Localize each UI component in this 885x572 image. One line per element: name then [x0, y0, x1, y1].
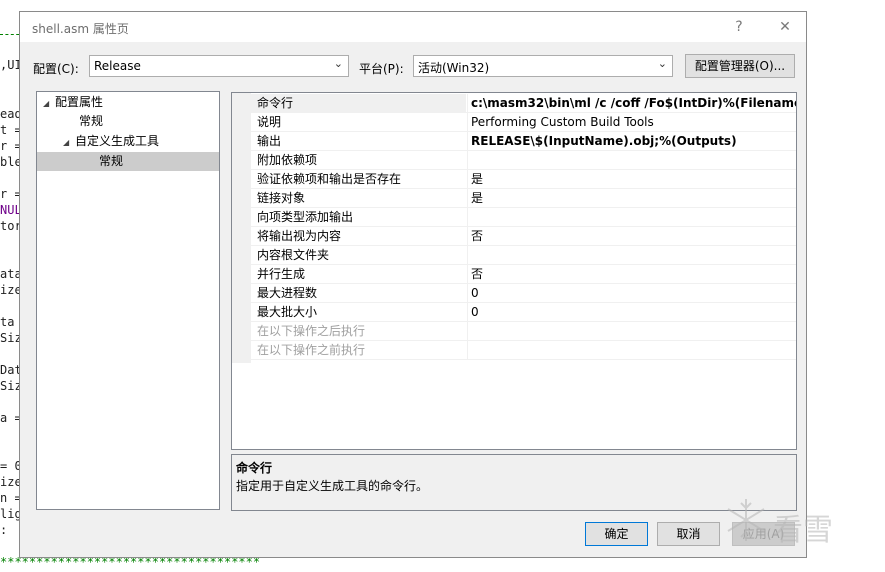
property-value[interactable]: 是: [467, 189, 796, 207]
property-row[interactable]: 附加依赖项: [251, 151, 796, 170]
property-pages-dialog: shell.asm 属性页 ? ✕ 配置(C): Release ⌄ 平台(P)…: [19, 11, 807, 558]
property-row[interactable]: 最大进程数 0: [251, 284, 796, 303]
close-icon[interactable]: ✕: [774, 16, 796, 38]
snowflake-icon: [727, 499, 765, 541]
platform-value: 活动(Win32): [418, 61, 490, 75]
property-name: 命令行: [251, 94, 466, 112]
property-value[interactable]: 0: [467, 303, 796, 321]
help-icon[interactable]: ?: [728, 16, 750, 38]
watermark-text: 看雪: [773, 513, 833, 548]
property-row[interactable]: 命令行 c:\masm32\bin\ml /c /coff /Fo$(IntDi…: [251, 94, 796, 113]
property-name: 链接对象: [257, 191, 306, 205]
property-name: 附加依赖项: [257, 153, 318, 167]
ok-button[interactable]: 确定: [585, 522, 648, 546]
property-name: 在以下操作之前执行: [257, 343, 366, 357]
tree-item-config-properties[interactable]: ◢ 配置属性: [43, 93, 103, 112]
property-name: 最大进程数: [257, 286, 318, 300]
property-value[interactable]: [467, 322, 796, 340]
property-row[interactable]: 并行生成 否: [251, 265, 796, 284]
property-name: 在以下操作之后执行: [257, 324, 366, 338]
property-value[interactable]: [467, 341, 796, 359]
title-bar: shell.asm 属性页 ? ✕: [20, 12, 806, 42]
property-value[interactable]: 否: [467, 227, 796, 245]
description-panel: 命令行 指定用于自定义生成工具的命令行。: [231, 454, 797, 511]
config-value: Release: [94, 59, 141, 73]
property-row[interactable]: 验证依赖项和输出是否存在 是: [251, 170, 796, 189]
property-row[interactable]: 最大批大小 0: [251, 303, 796, 322]
property-value[interactable]: [467, 246, 796, 264]
tree-item-label: 自定义生成工具: [75, 134, 160, 148]
property-name: 输出: [257, 134, 282, 148]
property-row[interactable]: 向项类型添加输出: [251, 208, 796, 227]
property-value[interactable]: Performing Custom Build Tools: [467, 113, 796, 131]
tree-item-label: 配置属性: [55, 95, 104, 109]
property-row[interactable]: 链接对象 是: [251, 189, 796, 208]
tree-item-label: 常规: [79, 114, 104, 128]
property-value[interactable]: [467, 151, 796, 169]
property-row[interactable]: 输出 RELEASE\$(InputName).obj;%(Outputs): [251, 132, 796, 151]
property-name: 验证依赖项和输出是否存在: [257, 172, 402, 186]
chevron-down-icon: ⌄: [333, 57, 343, 70]
property-name: 向项类型添加输出: [257, 210, 354, 224]
dialog-title: shell.asm 属性页: [32, 22, 129, 36]
platform-dropdown[interactable]: 活动(Win32) ⌄: [413, 55, 673, 77]
grid-gutter: [232, 93, 251, 363]
code-line: :: [0, 523, 8, 537]
config-label: 配置(C):: [33, 62, 79, 76]
property-value[interactable]: 是: [467, 170, 796, 188]
watermark-logo: 看雪: [723, 495, 863, 555]
property-value[interactable]: c:\masm32\bin\ml /c /coff /Fo$(IntDir)%(…: [467, 94, 796, 112]
property-name: 将输出视为内容: [257, 229, 342, 243]
property-row[interactable]: 在以下操作之前执行: [251, 341, 796, 360]
property-value[interactable]: 否: [467, 265, 796, 283]
expanded-triangle-icon[interactable]: ◢: [43, 94, 55, 113]
property-value[interactable]: RELEASE\$(InputName).obj;%(Outputs): [467, 132, 796, 150]
tree-item-custom-build-general[interactable]: 常规: [37, 152, 219, 171]
property-grid: 命令行 c:\masm32\bin\ml /c /coff /Fo$(IntDi…: [231, 92, 797, 450]
platform-label: 平台(P):: [359, 62, 404, 76]
description-title: 命令行: [236, 461, 273, 475]
property-tree: ◢ 配置属性 常规 ◢ 自定义生成工具 常规: [36, 91, 220, 510]
config-dropdown[interactable]: Release ⌄: [89, 55, 349, 77]
config-manager-button[interactable]: 配置管理器(O)...: [685, 54, 795, 78]
expanded-triangle-icon[interactable]: ◢: [63, 133, 75, 152]
property-name: 内容根文件夹: [257, 248, 330, 262]
tree-item-general[interactable]: 常规: [79, 112, 103, 131]
description-text: 指定用于自定义生成工具的命令行。: [236, 479, 429, 493]
property-row[interactable]: 说明 Performing Custom Build Tools: [251, 113, 796, 132]
property-value[interactable]: [467, 208, 796, 226]
chevron-down-icon: ⌄: [657, 57, 667, 70]
property-row[interactable]: 内容根文件夹: [251, 246, 796, 265]
tree-item-label: 常规: [99, 154, 124, 168]
property-name: 说明: [257, 115, 282, 129]
tree-item-custom-build-tool[interactable]: ◢ 自定义生成工具: [63, 132, 159, 151]
property-row[interactable]: 将输出视为内容 否: [251, 227, 796, 246]
property-row[interactable]: 在以下操作之后执行: [251, 322, 796, 341]
property-value[interactable]: 0: [467, 284, 796, 302]
property-name: 最大批大小: [257, 305, 318, 319]
property-name: 并行生成: [257, 267, 306, 281]
cancel-button[interactable]: 取消: [657, 522, 720, 546]
